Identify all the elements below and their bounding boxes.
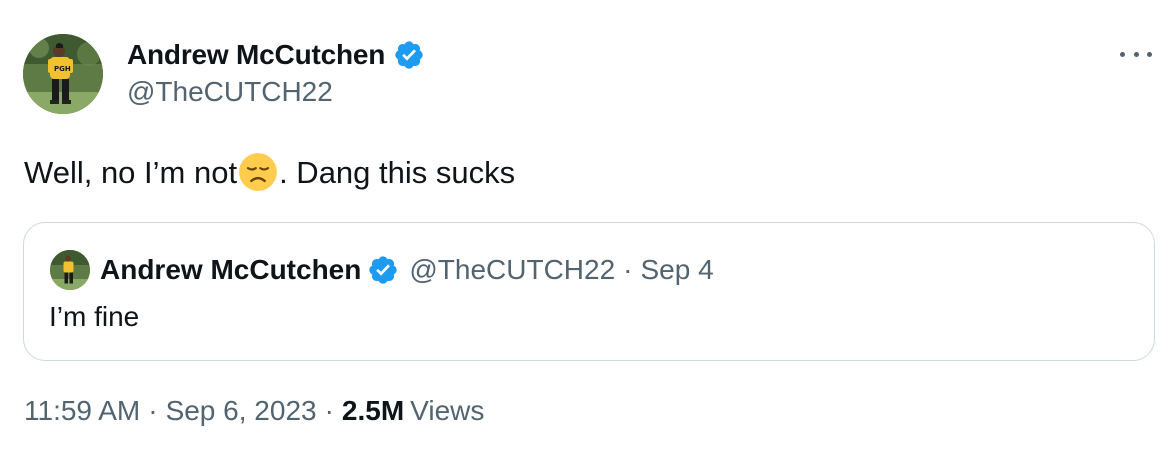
tweet-meta: 11:59 AM · Sep 6, 2023 · 2.5M Views (24, 395, 484, 427)
avatar-image (50, 250, 90, 290)
author-name-row: Andrew McCutchen (127, 37, 425, 73)
quoted-author-avatar (50, 250, 90, 290)
author-avatar[interactable]: PGH (23, 34, 103, 114)
tweet-text-part: . Dang this sucks (279, 155, 516, 190)
verified-badge-icon[interactable] (393, 39, 425, 71)
quoted-tweet-header: Andrew McCutchen @TheCUTCH22 · Sep 4 (50, 250, 714, 290)
disappointed-face-icon (238, 152, 278, 192)
more-dot-icon (1120, 51, 1125, 57)
quoted-tweet-date[interactable]: Sep 4 (641, 254, 714, 286)
tweet-text-part: Well, no I’m not (24, 155, 238, 190)
avatar-image: PGH (23, 34, 103, 114)
quoted-tweet-card[interactable]: Andrew McCutchen @TheCUTCH22 · Sep 4 I’m… (23, 222, 1155, 361)
more-options-button[interactable] (1118, 44, 1154, 64)
views-count[interactable]: 2.5M (342, 395, 404, 427)
verified-badge-icon (367, 254, 399, 286)
tweet: PGH Andrew McCutchen @TheCUTCH22 Well, n… (0, 0, 1174, 464)
author-handle[interactable]: @TheCUTCH22 (127, 76, 425, 108)
tweet-time[interactable]: 11:59 AM (24, 395, 140, 427)
tweet-date[interactable]: Sep 6, 2023 (166, 395, 317, 427)
views-label[interactable]: Views (410, 395, 484, 427)
author-display-name[interactable]: Andrew McCutchen (127, 39, 385, 71)
quoted-author-display-name: Andrew McCutchen (100, 254, 362, 285)
quoted-tweet-text: I’m fine (49, 301, 140, 332)
separator-dot: · (623, 254, 633, 285)
svg-text:PGH: PGH (54, 65, 71, 73)
separator-dot: · (324, 395, 334, 426)
more-dot-icon (1147, 51, 1152, 57)
separator-dot: · (148, 395, 158, 426)
author-block: Andrew McCutchen @TheCUTCH22 (127, 37, 425, 108)
tweet-text: Well, no I’m not . Dang this sucks (24, 151, 515, 195)
more-dot-icon (1133, 51, 1139, 57)
quoted-author-handle: @TheCUTCH22 (409, 254, 616, 285)
